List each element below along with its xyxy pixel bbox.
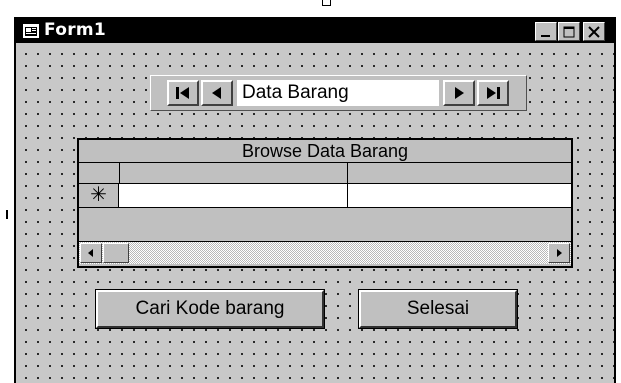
- minimize-button[interactable]: [535, 22, 557, 41]
- column-header[interactable]: [348, 163, 571, 183]
- previous-record-button[interactable]: [201, 80, 233, 106]
- scroll-left-button[interactable]: [80, 243, 102, 263]
- done-button[interactable]: Selesai: [358, 289, 518, 329]
- scrollbar-thumb[interactable]: [103, 243, 129, 263]
- designer-edge-mark: [6, 210, 8, 219]
- form-window: Form1 Data Barang Browse Data Barang ✳ C…: [14, 17, 616, 383]
- horizontal-scrollbar[interactable]: [79, 241, 571, 264]
- grid-header-row: [79, 163, 571, 184]
- new-row-marker-icon[interactable]: ✳: [79, 184, 119, 207]
- grid-cell[interactable]: [119, 184, 348, 207]
- previous-record-icon: [212, 87, 221, 99]
- data-caption: Data Barang: [237, 80, 439, 106]
- grid-cell[interactable]: [348, 184, 571, 207]
- designer-tick-mark: [322, 0, 331, 6]
- scroll-right-button[interactable]: [548, 243, 570, 263]
- data-grid[interactable]: Browse Data Barang ✳: [77, 138, 573, 268]
- title-bar[interactable]: Form1: [16, 19, 614, 43]
- last-record-icon: [487, 87, 500, 99]
- last-record-button[interactable]: [477, 80, 509, 106]
- arrow-left-icon: [88, 249, 93, 257]
- data-control: Data Barang: [150, 75, 527, 111]
- new-record-row[interactable]: ✳: [79, 184, 571, 208]
- close-icon: [588, 25, 600, 38]
- grid-caption: Browse Data Barang: [79, 140, 571, 163]
- maximize-icon: [563, 26, 575, 37]
- search-code-button[interactable]: Cari Kode barang: [95, 289, 325, 329]
- minimize-icon: [541, 34, 550, 37]
- form-icon: [23, 24, 39, 38]
- grid-corner-header[interactable]: [79, 163, 120, 183]
- window-title: Form1: [44, 20, 107, 40]
- next-record-button[interactable]: [443, 80, 475, 106]
- first-record-icon: [176, 87, 189, 99]
- arrow-right-icon: [557, 249, 562, 257]
- column-header[interactable]: [120, 163, 348, 183]
- next-record-icon: [455, 87, 464, 99]
- first-record-button[interactable]: [167, 80, 199, 106]
- close-button[interactable]: [583, 22, 605, 41]
- maximize-button[interactable]: [558, 22, 580, 41]
